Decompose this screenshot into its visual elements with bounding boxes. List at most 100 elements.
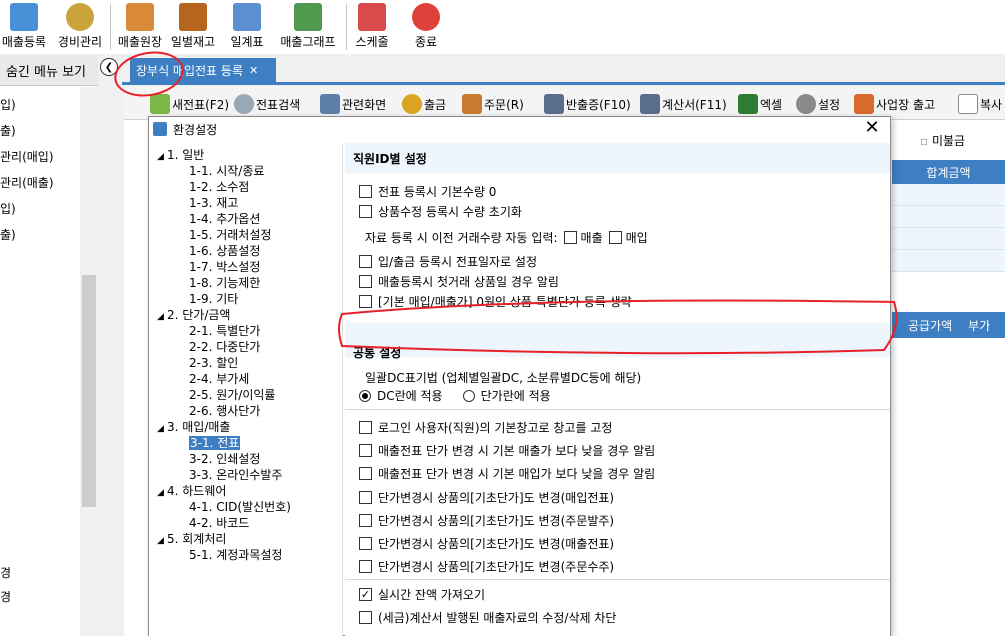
radio-dc[interactable] [359, 389, 371, 402]
setting-row[interactable]: 매출전표 단가 변경 시 기본 매출가 보다 낮을 경우 알림 [359, 442, 655, 459]
excel-button[interactable]: 엑셀 [738, 92, 782, 116]
tree-node-voucher[interactable]: 3-1. 전표 [189, 434, 241, 451]
order-button[interactable]: 주문(R) [462, 92, 524, 116]
setting-row[interactable]: 로그인 사용자(직원)의 기본창고로 창고를 고정 [359, 419, 612, 436]
table-row[interactable] [892, 228, 1005, 250]
side-menu-item[interactable]: 입) [0, 96, 16, 113]
settings-button[interactable]: 설정 [796, 92, 840, 116]
checkbox[interactable] [359, 275, 372, 288]
setting-row[interactable]: 전표 등록시 기본수량 0 [359, 183, 496, 200]
tree-node[interactable]: 1-7. 박스설정 [189, 258, 260, 275]
side-menu-item[interactable]: 출) [0, 122, 16, 139]
new-voucher-button[interactable]: 새전표(F2) [150, 92, 229, 116]
schedule-button[interactable]: 스케줄 [350, 0, 394, 54]
setting-row[interactable]: 단가변경시 상품의[기초단가]도 변경(매출전표) [359, 535, 614, 552]
tab-unpaid[interactable]: ▫ 미불금 [920, 132, 965, 149]
excel-icon [738, 94, 758, 114]
tree-node[interactable]: 1-1. 시작/종료 [189, 162, 264, 179]
setting-row[interactable]: 상품수정 등록시 수량 초기화 [359, 203, 522, 220]
tree-node-trade[interactable]: ◢ 3. 매입/매출 [157, 418, 230, 435]
daily-stock-button[interactable]: 일별재고 [168, 0, 218, 54]
checkbox[interactable] [359, 444, 372, 457]
table-row[interactable] [892, 250, 1005, 272]
return-slip-button[interactable]: 반출증(F10) [544, 92, 631, 116]
side-menu-item[interactable]: 경 [0, 564, 11, 581]
setting-row[interactable]: 매출전표 단가 변경 시 기본 매입가 보다 낮을 경우 알림 [359, 465, 655, 482]
table-row[interactable] [892, 206, 1005, 228]
checkbox[interactable] [359, 611, 372, 624]
copy-button[interactable]: 복사 [958, 92, 1002, 116]
voucher-search-button[interactable]: 전표검색 [234, 92, 300, 116]
tree-node[interactable]: 4-2. 바코드 [189, 514, 249, 531]
side-menu-item[interactable]: 경 [0, 588, 11, 605]
setting-row[interactable]: 매출등록시 첫거래 상품일 경우 알림 [359, 273, 559, 290]
checkbox[interactable] [359, 537, 372, 550]
tree-node[interactable]: 1-4. 추가옵션 [189, 210, 260, 227]
checkbox[interactable] [359, 205, 372, 218]
side-menu-item[interactable]: 입) [0, 200, 16, 217]
tree-node-hardware[interactable]: ◢ 4. 하드웨어 [157, 482, 226, 499]
sales-ledger-button[interactable]: 매출원장 [112, 0, 168, 54]
tree-node[interactable]: 2-4. 부가세 [189, 370, 249, 387]
sales-graph-button[interactable]: 매출그래프 [276, 0, 340, 54]
setting-row[interactable]: 단가변경시 상품의[기초단가]도 변경(주문수주) [359, 558, 614, 575]
tree-node[interactable]: 2-6. 행사단가 [189, 402, 260, 419]
tree-node[interactable]: 1-9. 기타 [189, 290, 238, 307]
checkbox[interactable] [359, 255, 372, 268]
checkbox-checked[interactable]: ✓ [359, 588, 372, 601]
tree-node-accounting[interactable]: ◢ 5. 회계처리 [157, 530, 226, 547]
printer-icon [640, 94, 660, 114]
tab-strip [122, 82, 1005, 85]
related-screen-button[interactable]: 관련화면 [320, 92, 386, 116]
tree-node[interactable]: 3-3. 온라인수발주 [189, 466, 282, 483]
invoice-button[interactable]: 계산서(F11) [640, 92, 727, 116]
checkbox[interactable] [359, 491, 372, 504]
tree-node[interactable]: 1-8. 기능제한 [189, 274, 260, 291]
side-menu-item[interactable]: 관리(매입) [0, 148, 54, 165]
close-icon: ✕ [864, 117, 880, 138]
side-menu-scrollbar[interactable] [80, 87, 98, 636]
setting-row[interactable]: 입/출금 등록시 전표일자로 설정 [359, 253, 537, 270]
tree-node[interactable]: 2-1. 특별단가 [189, 322, 260, 339]
new-document-icon [150, 94, 170, 114]
checkbox[interactable] [359, 421, 372, 434]
setting-row[interactable]: 단가변경시 상품의[기초단가]도 변경(주문발주) [359, 512, 614, 529]
exit-button[interactable]: 종료 [404, 0, 448, 54]
table-row[interactable] [892, 184, 1005, 206]
checkbox[interactable] [359, 185, 372, 198]
expense-button[interactable]: 경비관리 [52, 0, 108, 54]
setting-row[interactable]: 단가변경시 상품의[기초단가]도 변경(매입전표) [359, 489, 614, 506]
tree-node-price[interactable]: ◢ 2. 단가/금액 [157, 306, 230, 323]
expand-triangle-icon: ◢ [157, 488, 164, 498]
checkbox-purchase[interactable] [608, 231, 622, 244]
tree-node[interactable]: 1-2. 소수점 [189, 178, 249, 195]
tree-node[interactable]: 2-2. 다중단가 [189, 338, 260, 355]
branch-release-button[interactable]: 사업장 출고 [854, 92, 935, 116]
withdraw-button[interactable]: 출금 [402, 92, 446, 116]
tree-node-general[interactable]: ◢ 1. 일반 [157, 146, 204, 163]
setting-row[interactable]: ✓ 실시간 잔액 가져오기 [359, 586, 485, 603]
tree-node[interactable]: 5-1. 계정과목설정 [189, 546, 282, 563]
tree-node[interactable]: 1-3. 재고 [189, 194, 238, 211]
setting-row[interactable]: (세금)계산서 발행된 매출자료의 수정/삭제 차단 [359, 609, 616, 626]
tree-node[interactable]: 4-1. CID(발신번호) [189, 498, 291, 515]
tree-node[interactable]: 2-5. 원가/이익률 [189, 386, 275, 403]
scrollbar-thumb[interactable] [82, 275, 96, 507]
dialog-titlebar[interactable]: 환경설정 [149, 117, 890, 141]
sales-register-button[interactable]: 매출등록 [0, 0, 48, 54]
close-icon[interactable]: ✕ [249, 64, 258, 77]
tree-node[interactable]: 1-5. 거래처설정 [189, 226, 271, 243]
show-hidden-menu-button[interactable]: 숨긴 메뉴 보기 [0, 56, 98, 86]
tree-node[interactable]: 1-6. 상품설정 [189, 242, 260, 259]
checkbox[interactable] [359, 514, 372, 527]
checkbox[interactable] [359, 467, 372, 480]
radio-unit-price[interactable] [462, 389, 475, 402]
dialog-close-button[interactable]: ✕ [862, 119, 882, 139]
side-menu-item[interactable]: 관리(매출) [0, 174, 54, 191]
checkbox[interactable] [359, 560, 372, 573]
side-menu-item[interactable]: 출) [0, 226, 16, 243]
daily-report-button[interactable]: 일계표 [224, 0, 270, 54]
tree-node[interactable]: 3-2. 인쇄설정 [189, 450, 260, 467]
tree-node[interactable]: 2-3. 할인 [189, 354, 238, 371]
checkbox-sales[interactable] [563, 231, 577, 244]
